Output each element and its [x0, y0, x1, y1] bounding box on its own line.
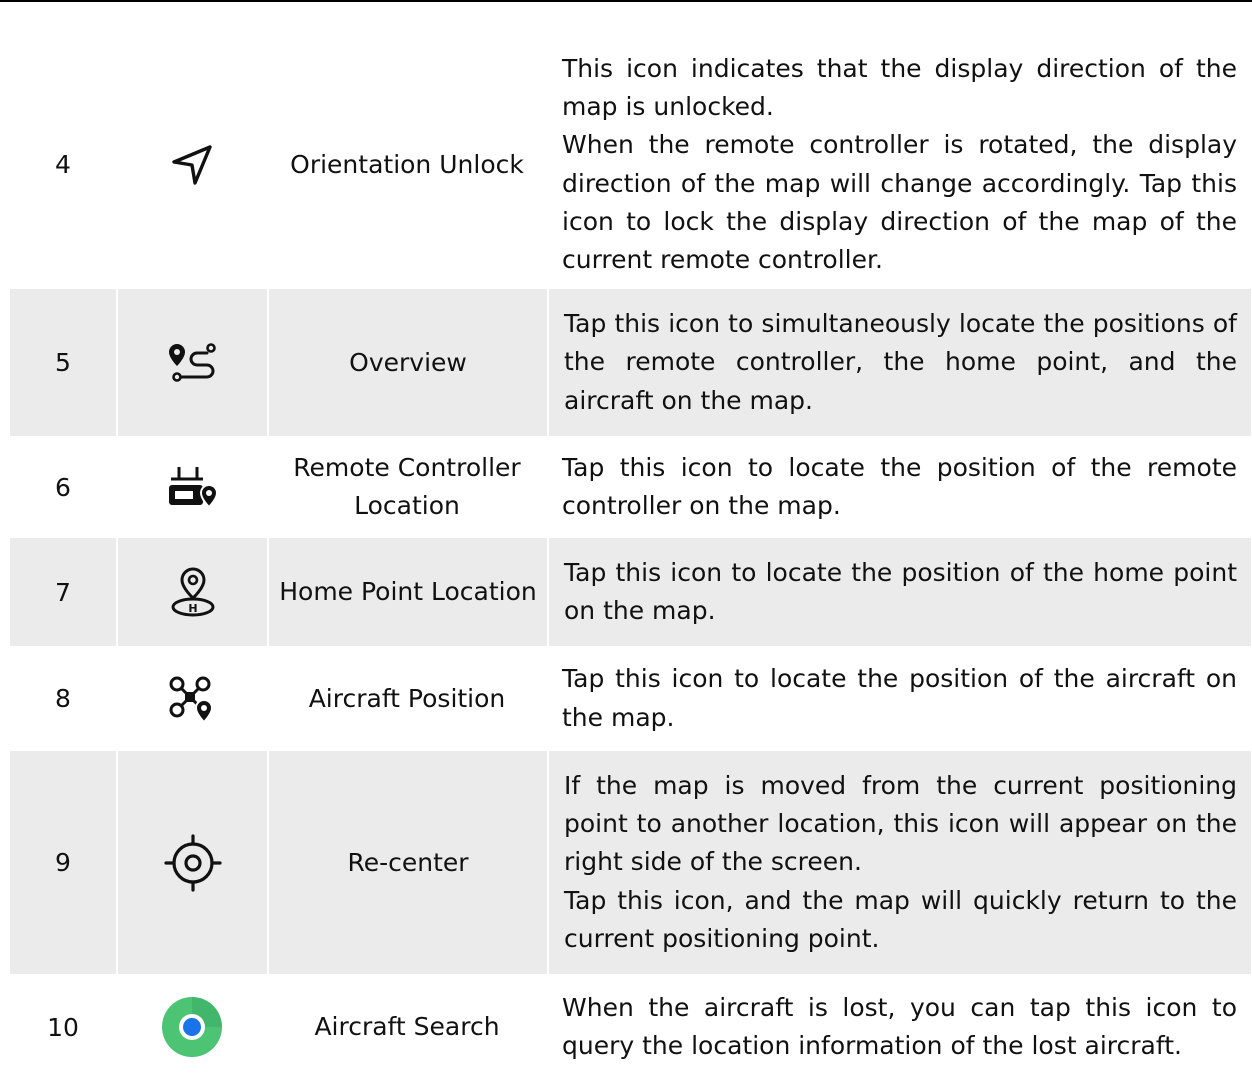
- icon-table: 4 Orientation Unlock This icon indicates…: [10, 40, 1251, 1080]
- table-row: 4 Orientation Unlock This icon indicates…: [10, 40, 1251, 289]
- row-number: 8: [55, 684, 71, 713]
- row-number: 6: [55, 472, 71, 502]
- description-paragraph: When the remote controller is rotated, t…: [562, 130, 1237, 274]
- overview-route-icon: [167, 340, 219, 386]
- svg-text:H: H: [188, 602, 197, 615]
- description-paragraph: This icon indicates that the display dir…: [562, 53, 1237, 122]
- row-number: 4: [55, 150, 71, 179]
- row-number: 9: [10, 751, 116, 974]
- aircraft-position-icon: [167, 674, 217, 724]
- remote-controller-location-icon: [165, 463, 219, 511]
- home-point-location-icon: H: [168, 566, 218, 618]
- row-number: 10: [47, 1012, 79, 1042]
- feature-name: Remote Controller Location: [293, 453, 521, 520]
- navigation-arrow-icon: [168, 141, 216, 189]
- feature-description: Tap this icon to locate the position of …: [547, 538, 1251, 646]
- re-center-crosshair-icon: [163, 833, 222, 892]
- table-row: 5 Overview Tap this icon to simultaneous…: [10, 289, 1251, 436]
- feature-name: Orientation Unlock: [290, 149, 524, 179]
- feature-description: Tap this icon to simultaneously locate t…: [547, 289, 1251, 436]
- table-row: 7 H Home Point Location Tap this icon to…: [10, 538, 1251, 646]
- description-paragraph: Tap this icon to simultaneously locate t…: [564, 309, 1237, 415]
- description-paragraph: If the map is moved from the current pos…: [564, 770, 1237, 877]
- feature-name: Aircraft Position: [308, 683, 506, 713]
- feature-description: If the map is moved from the current pos…: [547, 751, 1251, 974]
- description-paragraph: Tap this icon to locate the position of …: [562, 452, 1237, 520]
- feature-description: Tap this icon to locate the position of …: [547, 436, 1251, 538]
- description-paragraph: Tap this icon to locate the position of …: [562, 664, 1237, 732]
- table-row: 6 Remote Controller Location Tap this ic…: [10, 436, 1251, 538]
- description-paragraph: Tap this icon, and the map will quickly …: [564, 885, 1237, 953]
- description-paragraph: Tap this icon to locate the position of …: [564, 557, 1237, 625]
- top-rule: [0, 0, 1252, 2]
- feature-name: Home Point Location: [267, 538, 547, 646]
- table-row: 10 Aircraft Search When the aircraft is …: [10, 974, 1251, 1080]
- row-number: 7: [10, 538, 116, 646]
- feature-description: When the aircraft is lost, you can tap t…: [547, 974, 1251, 1080]
- row-number: 5: [10, 289, 116, 436]
- feature-name: Aircraft Search: [314, 1012, 500, 1041]
- feature-description: This icon indicates that the display dir…: [547, 40, 1251, 289]
- table-row: 9 Re-center If the map is moved from the…: [10, 751, 1251, 974]
- feature-name: Re-center: [267, 751, 547, 974]
- feature-name: Overview: [267, 289, 547, 436]
- table-row: 8 Aircraft Position Tap this icon to loc…: [10, 646, 1251, 751]
- description-paragraph: When the aircraft is lost, you can tap t…: [562, 992, 1237, 1060]
- aircraft-search-icon: [161, 996, 223, 1058]
- feature-description: Tap this icon to locate the position of …: [547, 646, 1251, 751]
